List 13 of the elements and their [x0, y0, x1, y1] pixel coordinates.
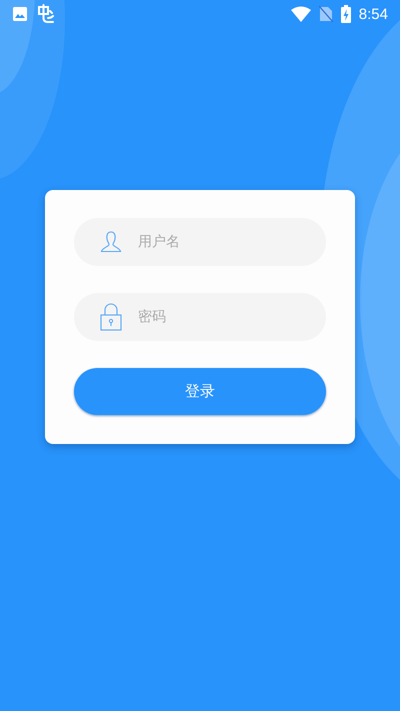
image-icon [12, 6, 28, 22]
wifi-icon [290, 6, 311, 22]
battery-charging-icon [340, 5, 351, 23]
clock-time: 8:54 [358, 6, 388, 22]
username-field[interactable]: 用户名 [74, 218, 326, 266]
no-sim-icon [318, 6, 333, 22]
password-input[interactable]: 密码 [138, 309, 308, 325]
username-input[interactable]: 用户名 [138, 234, 308, 250]
user-icon [100, 231, 122, 253]
login-button[interactable]: 登录 [74, 368, 326, 415]
password-field[interactable]: 密码 [74, 293, 326, 341]
app-notification-icon [36, 4, 56, 24]
lock-icon [100, 303, 122, 331]
